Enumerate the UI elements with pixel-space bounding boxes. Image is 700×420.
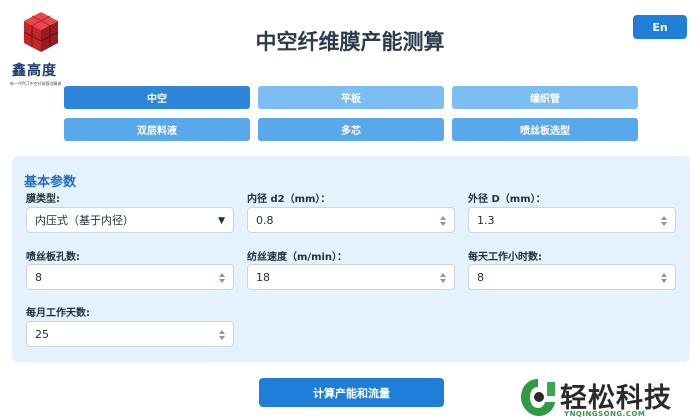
membrane-type-value: 内压式（基于内径） [35, 214, 134, 227]
brand-name: 鑫高度 [12, 63, 57, 79]
inner-diameter-input[interactable]: 0.8 [247, 207, 455, 233]
calculate-button[interactable]: 计算产能和流量 [259, 378, 444, 407]
days-per-month-label: 每月工作天数: [26, 308, 90, 319]
tab-hollow[interactable]: 中空 [64, 86, 250, 109]
hours-per-day-value: 8 [477, 270, 484, 284]
spinner-icon[interactable] [439, 215, 447, 227]
tab-spinneret-selection[interactable]: 喷丝板选型 [452, 118, 638, 141]
spinneret-holes-value: 8 [35, 270, 42, 284]
membrane-type-label: 膜类型: [26, 194, 60, 205]
tab-dual-layer[interactable]: 双层料液 [64, 118, 250, 141]
cube-logo-icon [23, 12, 59, 52]
outer-diameter-value: 1.3 [477, 213, 495, 227]
chevron-down-icon: ▼ [218, 216, 225, 226]
days-per-month-value: 25 [35, 327, 49, 341]
watermark-url: YNQINGSONG.COM [564, 410, 646, 418]
tab-multi-core[interactable]: 多芯 [258, 118, 444, 141]
inner-diameter-label: 内径 d2（mm）： [247, 194, 331, 205]
brand-logo: 鑫高度 新一代PCT中空纤维膜测算者 [10, 10, 72, 90]
spinneret-holes-label: 喷丝板孔数: [26, 252, 80, 263]
watermark: 轻松科技 YNQINGSONG.COM [515, 376, 700, 420]
inner-diameter-value: 0.8 [256, 213, 274, 227]
spinning-speed-label: 纺丝速度（m/min）： [247, 252, 348, 263]
watermark-logo-icon [521, 379, 555, 416]
outer-diameter-input[interactable]: 1.3 [468, 207, 676, 233]
page-title: 中空纤维膜产能测算 [255, 30, 445, 54]
spinner-icon[interactable] [660, 215, 668, 227]
spinning-speed-input[interactable]: 18 [247, 264, 455, 290]
spinneret-holes-input[interactable]: 8 [26, 264, 234, 290]
days-per-month-input[interactable]: 25 [26, 321, 234, 347]
membrane-type-select[interactable]: 内压式（基于内径） ▼ [26, 207, 234, 233]
basic-params-panel: 基本参数 膜类型: 内压式（基于内径） ▼ 内径 d2（mm）： 0.8 外径 … [12, 156, 690, 362]
tab-braided-tube[interactable]: 编织管 [452, 86, 638, 109]
hours-per-day-label: 每天工作小时数: [468, 252, 542, 263]
outer-diameter-label: 外径 D（mm）： [468, 194, 546, 205]
spinner-icon[interactable] [439, 272, 447, 284]
spinner-icon[interactable] [218, 272, 226, 284]
spinner-icon[interactable] [660, 272, 668, 284]
panel-title: 基本参数 [24, 175, 77, 190]
spinner-icon[interactable] [218, 329, 226, 341]
hours-per-day-input[interactable]: 8 [468, 264, 676, 290]
spinning-speed-value: 18 [256, 270, 270, 284]
language-toggle-button[interactable]: En [633, 15, 687, 39]
tab-flat-sheet[interactable]: 平板 [258, 86, 444, 109]
